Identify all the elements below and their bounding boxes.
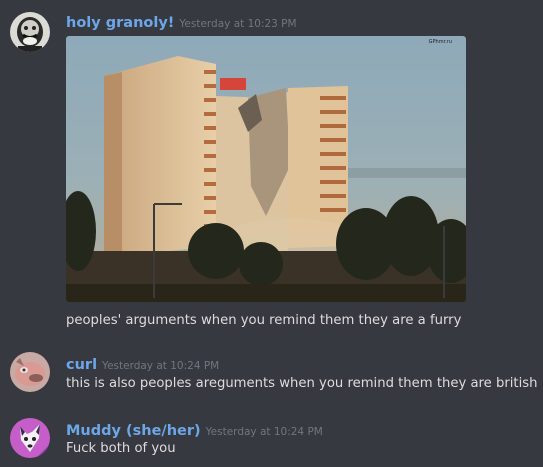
message-item: curl Yesterday at 10:24 PM this is also p… <box>0 340 543 400</box>
username[interactable]: holy granoly! <box>66 15 174 31</box>
message-text: Fuck both of you <box>66 441 176 456</box>
message-item: holy granoly! Yesterday at 10:23 PM GPhm… <box>0 0 543 340</box>
user-avatar[interactable] <box>10 12 50 52</box>
message-header: Muddy (she/her) Yesterday at 10:24 PM <box>66 420 323 439</box>
pink-creature-avatar-icon <box>10 352 50 392</box>
timestamp: Yesterday at 10:23 PM <box>179 18 297 30</box>
timestamp: Yesterday at 10:24 PM <box>102 360 220 372</box>
fox-character-avatar-icon <box>10 418 50 458</box>
user-avatar[interactable] <box>10 352 50 392</box>
timestamp: Yesterday at 10:24 PM <box>205 426 323 438</box>
message-header: curl Yesterday at 10:24 PM <box>66 354 219 373</box>
image-attachment[interactable]: GPhmr.ru <box>66 36 466 302</box>
message-item: Muddy (she/her) Yesterday at 10:24 PM Fuc… <box>0 406 543 467</box>
message-text: this is also peoples areguments when you… <box>66 376 538 391</box>
user-avatar[interactable] <box>10 418 50 458</box>
building-demolition-photo <box>66 36 466 302</box>
bearded-man-portrait-icon <box>10 12 50 52</box>
username[interactable]: Muddy (she/her) <box>66 423 201 439</box>
image-watermark: GPhmr.ru <box>428 39 452 45</box>
message-text: peoples' arguments when you remind them … <box>66 313 462 328</box>
message-header: holy granoly! Yesterday at 10:23 PM <box>66 12 297 31</box>
username[interactable]: curl <box>66 357 97 373</box>
